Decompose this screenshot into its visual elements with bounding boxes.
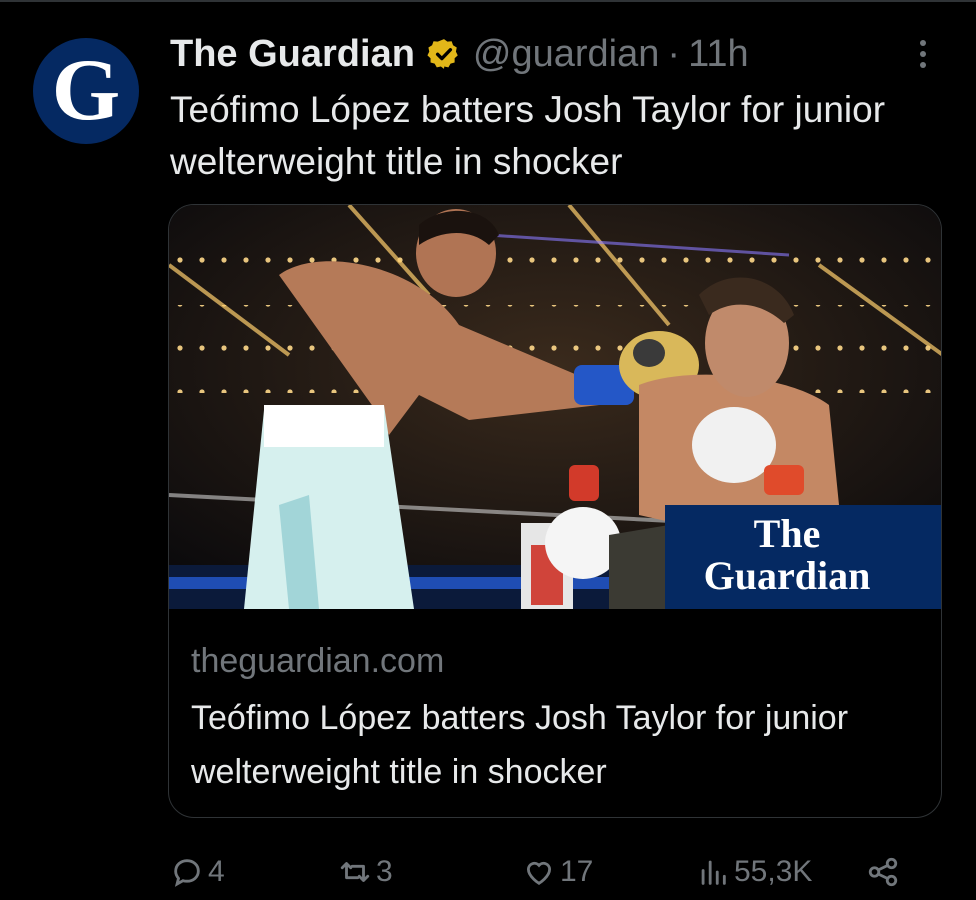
card-image-logo-line1: The: [754, 511, 821, 556]
share-icon: [868, 857, 898, 887]
reply-icon: [174, 859, 200, 887]
avatar-letter: G: [51, 42, 121, 139]
top-divider: [0, 0, 976, 2]
repost-count: 3: [376, 855, 393, 888]
header-separator: ·: [667, 32, 681, 75]
share-button[interactable]: [866, 852, 904, 892]
author-name[interactable]: The Guardian: [170, 33, 415, 76]
author-handle[interactable]: @guardian: [473, 33, 659, 76]
repost-icon: [340, 862, 370, 882]
reply-button[interactable]: 4: [170, 852, 225, 892]
repost-button[interactable]: 3: [338, 852, 393, 892]
views-icon: [701, 860, 726, 885]
avatar[interactable]: G: [33, 38, 139, 144]
tweet-actions: 4 3 17 55,3K: [170, 846, 930, 900]
views-count: 55,3K: [734, 855, 813, 888]
more-options-icon[interactable]: [908, 30, 938, 78]
card-image: The Guardian: [169, 205, 941, 609]
card-meta: theguardian.com Teófimo López batters Jo…: [191, 637, 921, 799]
card-image-logo-line2: Guardian: [704, 553, 871, 598]
tweet-text: Teófimo López batters Josh Taylor for ju…: [170, 89, 886, 182]
reply-count: 4: [208, 855, 225, 888]
like-button[interactable]: 17: [522, 852, 593, 892]
link-card[interactable]: The Guardian theguardian.com Teófimo Lóp…: [168, 204, 942, 818]
views-button[interactable]: 55,3K: [696, 852, 812, 892]
card-title: Teófimo López batters Josh Taylor for ju…: [191, 699, 849, 791]
tweet-header: The Guardian @guardian · 11h: [170, 30, 749, 78]
tweet-time[interactable]: 11h: [688, 33, 749, 76]
card-domain: theguardian.com: [191, 642, 445, 680]
verified-badge-icon: [427, 39, 458, 69]
like-count: 17: [560, 855, 594, 888]
like-icon: [526, 861, 552, 885]
